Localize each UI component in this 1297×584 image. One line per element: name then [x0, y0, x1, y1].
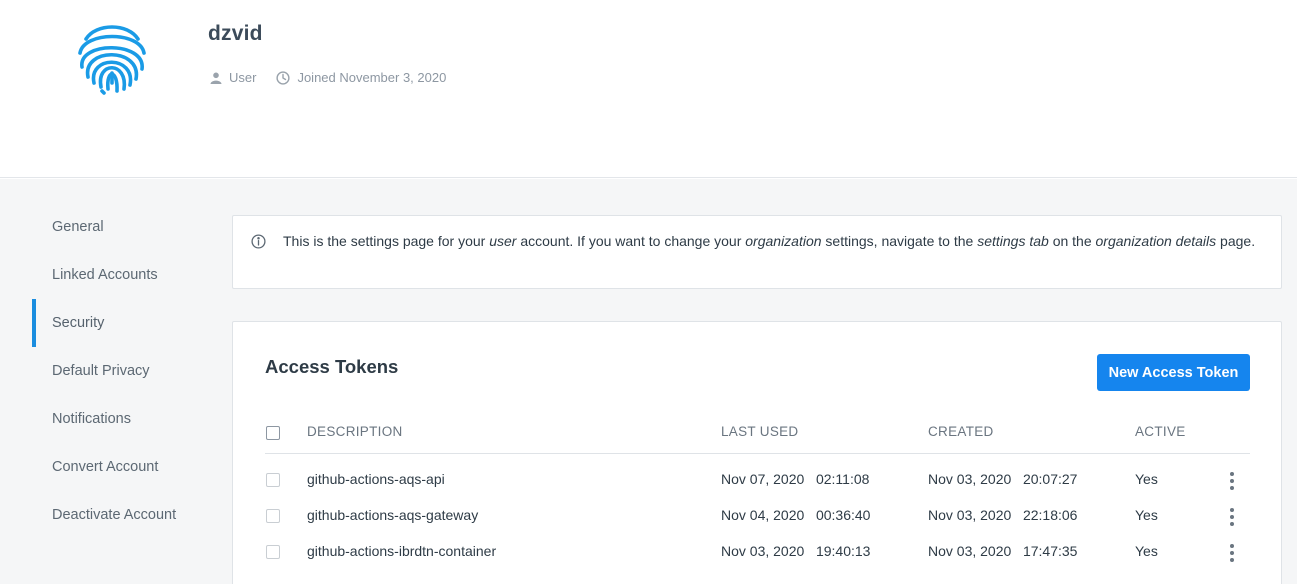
settings-content: General Linked Accounts Security Default…	[0, 179, 1297, 584]
token-created: Nov 03, 2020 17:47:35	[928, 543, 1078, 559]
row-checkbox[interactable]	[266, 545, 280, 559]
column-last-used[interactable]: LAST USED	[721, 424, 798, 439]
info-message: This is the settings page for your user …	[283, 233, 1256, 249]
column-active[interactable]: ACTIVE	[1135, 424, 1186, 439]
sidebar-item-convert-account[interactable]: Convert Account	[32, 443, 222, 491]
info-banner: This is the settings page for your user …	[232, 215, 1282, 289]
profile-role-label: User	[229, 70, 257, 85]
new-access-token-button[interactable]: New Access Token	[1097, 354, 1250, 391]
user-icon	[210, 72, 222, 84]
token-active: Yes	[1135, 543, 1158, 559]
fingerprint-icon	[72, 17, 152, 97]
token-active: Yes	[1135, 507, 1158, 523]
sidebar-item-notifications[interactable]: Notifications	[32, 395, 222, 443]
more-vertical-icon[interactable]	[1227, 508, 1237, 526]
token-active: Yes	[1135, 471, 1158, 487]
sidebar-item-general[interactable]: General	[32, 203, 222, 251]
select-all-checkbox[interactable]	[266, 426, 280, 440]
access-tokens-card: Access Tokens New Access Token DESCRIPTI…	[232, 321, 1282, 584]
token-created: Nov 03, 2020 22:18:06	[928, 507, 1078, 523]
tokens-table-header: DESCRIPTION LAST USED CREATED ACTIVE	[265, 414, 1250, 454]
settings-sidebar: General Linked Accounts Security Default…	[32, 203, 222, 539]
table-row: github-actions-aqs-gateway Nov 04, 2020 …	[265, 498, 1250, 534]
token-last-used: Nov 07, 2020 02:11:08	[721, 471, 870, 487]
token-last-used: Nov 04, 2020 00:36:40	[721, 507, 871, 523]
table-row: github-actions-aqs-api Nov 07, 2020 02:1…	[265, 462, 1250, 498]
token-description: github-actions-aqs-gateway	[307, 507, 479, 523]
column-created[interactable]: CREATED	[928, 424, 994, 439]
token-description: github-actions-aqs-api	[307, 471, 445, 487]
info-icon	[251, 234, 266, 249]
column-description[interactable]: DESCRIPTION	[307, 424, 403, 439]
profile-joined: Joined November 3, 2020	[276, 70, 446, 85]
access-tokens-title: Access Tokens	[265, 356, 399, 377]
sidebar-item-default-privacy[interactable]: Default Privacy	[32, 347, 222, 395]
profile-header: dzvid User Joined November 3, 2020	[0, 0, 1297, 178]
profile-meta: User Joined November 3, 2020	[210, 70, 466, 85]
profile-username: dzvid	[208, 22, 263, 45]
sidebar-item-security[interactable]: Security	[32, 299, 222, 347]
profile-role: User	[210, 70, 256, 85]
sidebar-item-linked-accounts[interactable]: Linked Accounts	[32, 251, 222, 299]
token-last-used: Nov 03, 2020 19:40:13	[721, 543, 871, 559]
token-created: Nov 03, 2020 20:07:27	[928, 471, 1078, 487]
row-checkbox[interactable]	[266, 509, 280, 523]
clock-icon	[276, 70, 291, 85]
table-row: github-actions-ibrdtn-container Nov 03, …	[265, 534, 1250, 570]
token-description: github-actions-ibrdtn-container	[307, 543, 497, 559]
row-checkbox[interactable]	[266, 473, 280, 487]
settings-tab-reference: settings tab	[977, 233, 1049, 249]
profile-joined-label: Joined November 3, 2020	[297, 70, 447, 85]
more-vertical-icon[interactable]	[1227, 472, 1237, 490]
sidebar-item-deactivate-account[interactable]: Deactivate Account	[32, 491, 222, 539]
more-vertical-icon[interactable]	[1227, 544, 1237, 562]
